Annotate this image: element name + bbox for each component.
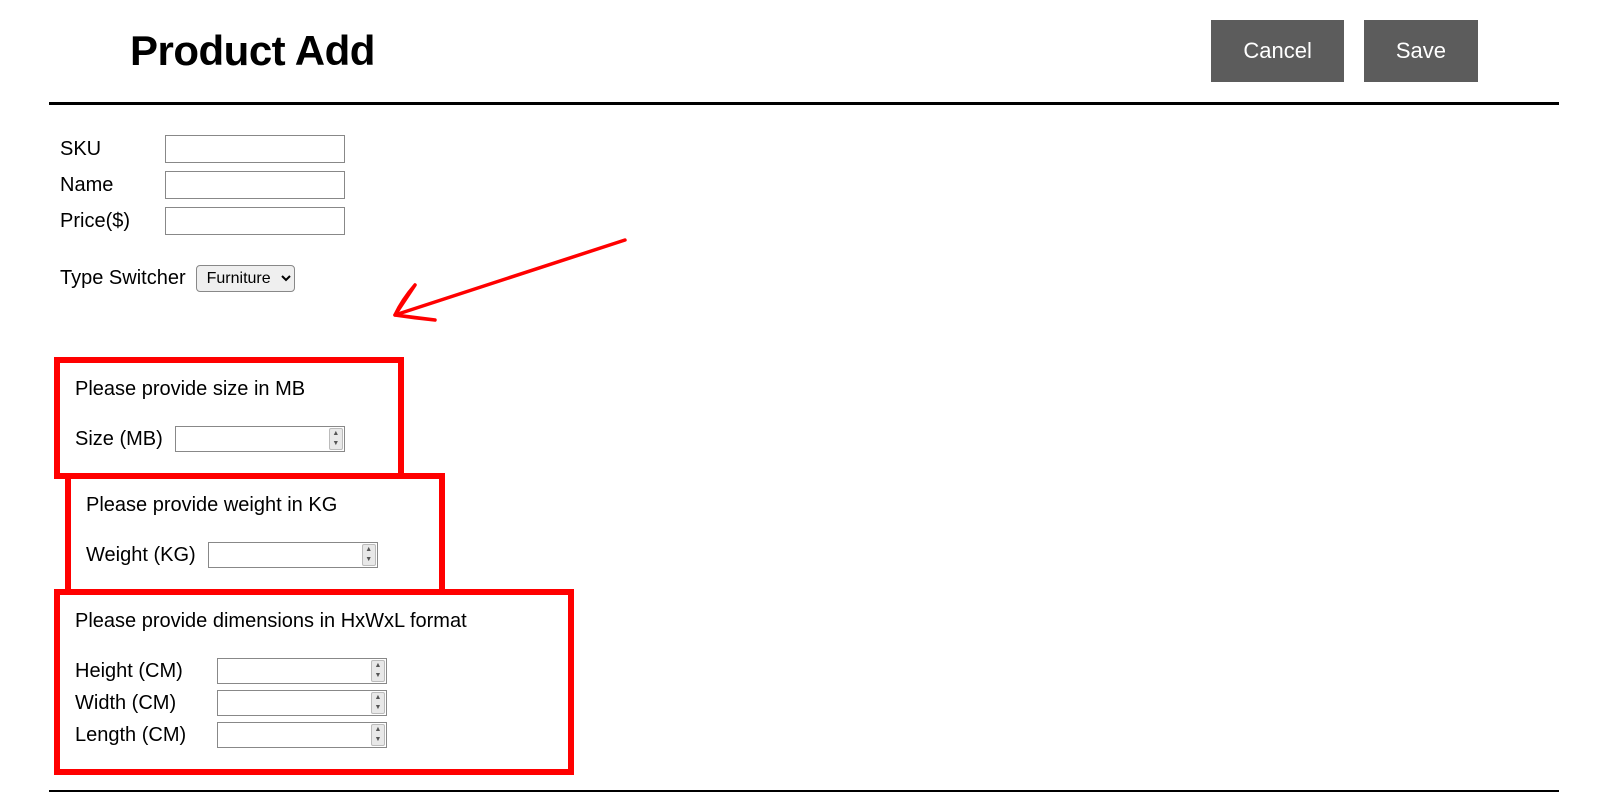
weight-section: Please provide weight in KG Weight (KG) …: [65, 473, 445, 595]
basic-fields: SKU Name Price($): [60, 135, 1548, 235]
spinner-icon[interactable]: ▲▼: [371, 660, 385, 682]
sku-label: SKU: [60, 138, 165, 161]
type-switcher-label: Type Switcher: [60, 267, 186, 290]
name-input[interactable]: [165, 171, 345, 199]
size-hint-text: Please provide size in MB: [75, 378, 383, 401]
name-label: Name: [60, 174, 165, 197]
height-input[interactable]: [217, 658, 387, 684]
length-input[interactable]: [217, 722, 387, 748]
save-button[interactable]: Save: [1364, 20, 1478, 82]
spinner-icon[interactable]: ▲▼: [371, 692, 385, 714]
type-switcher-select[interactable]: Furniture: [196, 265, 295, 292]
weight-hint-text: Please provide weight in KG: [86, 494, 424, 517]
spinner-icon[interactable]: ▲▼: [329, 428, 343, 450]
cancel-button[interactable]: Cancel: [1211, 20, 1343, 82]
page-title: Product Add: [130, 27, 375, 75]
page-header: Product Add Cancel Save: [0, 0, 1608, 102]
width-input[interactable]: [217, 690, 387, 716]
dimensions-hint-text: Please provide dimensions in HxWxL forma…: [75, 610, 553, 633]
size-input[interactable]: [175, 426, 345, 452]
header-buttons: Cancel Save: [1211, 20, 1478, 82]
sku-input[interactable]: [165, 135, 345, 163]
price-label: Price($): [60, 210, 165, 233]
type-switcher-row: Type Switcher Furniture: [60, 265, 1548, 292]
height-label: Height (CM): [75, 660, 205, 683]
size-label: Size (MB): [75, 428, 163, 451]
price-input[interactable]: [165, 207, 345, 235]
size-section: Please provide size in MB Size (MB) ▲▼: [54, 357, 404, 479]
weight-label: Weight (KG): [86, 544, 196, 567]
length-label: Length (CM): [75, 724, 205, 747]
dimensions-section: Please provide dimensions in HxWxL forma…: [54, 589, 574, 775]
weight-input[interactable]: [208, 542, 378, 568]
spinner-icon[interactable]: ▲▼: [362, 544, 376, 566]
form-area: SKU Name Price($) Type Switcher Furnitur…: [0, 135, 1608, 775]
divider-top: [49, 102, 1559, 105]
width-label: Width (CM): [75, 692, 205, 715]
spinner-icon[interactable]: ▲▼: [371, 724, 385, 746]
